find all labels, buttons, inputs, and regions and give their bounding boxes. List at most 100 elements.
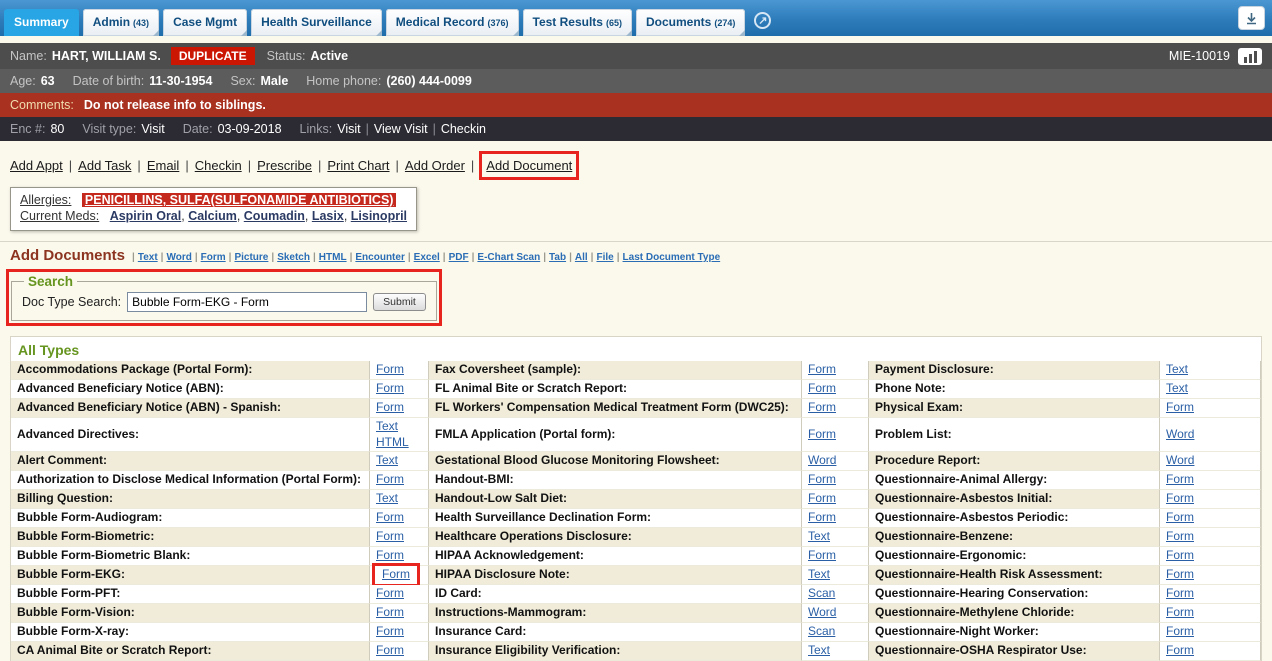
type-link-excel[interactable]: Excel — [414, 252, 440, 263]
type-link-all[interactable]: All — [575, 252, 588, 263]
doc-link-id-card-scan[interactable]: Scan — [808, 586, 835, 602]
allergy-value-link[interactable]: PENICILLINS, SULFA(SULFONAMIDE ANTIBIOTI… — [82, 193, 397, 207]
doc-link-phone-note-text[interactable]: Text — [1166, 381, 1188, 397]
med-link-calcium[interactable]: Calcium — [188, 209, 237, 223]
type-link-last-document-type[interactable]: Last Document Type — [623, 252, 721, 263]
doc-link-advanced-beneficiary-notice-abn-spanish-form[interactable]: Form — [376, 400, 404, 416]
tab-test-results[interactable]: Test Results(65) — [523, 9, 632, 36]
chart-icon[interactable] — [1238, 48, 1262, 65]
doc-link-insurance-eligibility-verification-text[interactable]: Text — [808, 643, 830, 659]
current-meds-link[interactable]: Current Meds: — [20, 209, 99, 223]
tab-case-mgmt[interactable]: Case Mgmt — [163, 9, 247, 36]
doc-link-questionnaire-asbestos-periodic-form[interactable]: Form — [1166, 510, 1194, 526]
doc-link-questionnaire-methylene-chloride-form[interactable]: Form — [1166, 605, 1194, 621]
collapse-header-button[interactable] — [1238, 6, 1265, 30]
doc-link-questionnaire-animal-allergy-form[interactable]: Form — [1166, 472, 1194, 488]
doc-link-questionnaire-osha-respirator-use-form[interactable]: Form — [1166, 643, 1194, 659]
enc-link-view-visit[interactable]: View Visit — [374, 122, 428, 136]
action-add-order[interactable]: Add Order — [405, 158, 465, 173]
doc-link-hipaa-disclosure-note-text[interactable]: Text — [808, 567, 830, 583]
type-link-sketch[interactable]: Sketch — [277, 252, 310, 263]
doc-type-label: Questionnaire-Methylene Chloride: — [869, 604, 1159, 623]
doc-link-accommodations-package-portal-form-form[interactable]: Form — [376, 362, 404, 378]
submit-button[interactable]: Submit — [373, 293, 426, 311]
search-legend: Search — [24, 274, 77, 289]
action-add-document[interactable]: Add Document — [486, 158, 572, 173]
med-link-aspirin-oral[interactable]: Aspirin Oral — [110, 209, 182, 223]
doc-link-fl-animal-bite-or-scratch-report-form[interactable]: Form — [808, 381, 836, 397]
doc-link-problem-list-word[interactable]: Word — [1166, 427, 1194, 443]
doc-type-label: Advanced Beneficiary Notice (ABN) - Span… — [11, 399, 369, 418]
encounter-bar: Enc #: 80 Visit type: Visit Date: 03-09-… — [0, 117, 1272, 141]
doc-link-ca-animal-bite-or-scratch-report-form[interactable]: Form — [376, 643, 404, 659]
doc-link-authorization-to-disclose-medical-information-portal-form-form[interactable]: Form — [376, 472, 404, 488]
doc-link-questionnaire-ergonomic-form[interactable]: Form — [1166, 548, 1194, 564]
doc-link-bubble-form-biometric-form[interactable]: Form — [376, 529, 404, 545]
doc-link-alert-comment-text[interactable]: Text — [376, 453, 398, 469]
doc-link-healthcare-operations-disclosure-text[interactable]: Text — [808, 529, 830, 545]
doc-type-link-cell: Text — [801, 642, 869, 661]
doc-link-fl-workers-compensation-medical-treatment-form-dwc25-form[interactable]: Form — [808, 400, 836, 416]
doc-type-search-input[interactable] — [127, 292, 367, 312]
doc-link-fmla-application-portal-form-form[interactable]: Form — [808, 427, 836, 443]
enc-link-visit[interactable]: Visit — [337, 122, 360, 136]
doc-link-handout-bmi-form[interactable]: Form — [808, 472, 836, 488]
doc-link-questionnaire-night-worker-form[interactable]: Form — [1166, 624, 1194, 640]
doc-link-gestational-blood-glucose-monitoring-flowsheet-word[interactable]: Word — [808, 453, 836, 469]
doc-link-fax-coversheet-sample-form[interactable]: Form — [808, 362, 836, 378]
patient-name: HART, WILLIAM S. — [52, 49, 161, 63]
doc-link-advanced-beneficiary-notice-abn-form[interactable]: Form — [376, 381, 404, 397]
tab-documents[interactable]: Documents(274) — [636, 9, 745, 36]
med-link-lasix[interactable]: Lasix — [312, 209, 344, 223]
action-add-task[interactable]: Add Task — [78, 158, 131, 173]
table-row: Bubble Form-PFT:FormID Card:ScanQuestion… — [11, 585, 1261, 604]
doc-link-questionnaire-hearing-conservation-form[interactable]: Form — [1166, 586, 1194, 602]
med-link-coumadin[interactable]: Coumadin — [244, 209, 305, 223]
type-link-form[interactable]: Form — [201, 252, 226, 263]
tab-summary[interactable]: Summary — [4, 9, 79, 36]
doc-link-handout-low-salt-diet-form[interactable]: Form — [808, 491, 836, 507]
type-link-picture[interactable]: Picture — [234, 252, 268, 263]
doc-link-hipaa-acknowledgement-form[interactable]: Form — [808, 548, 836, 564]
popout-icon[interactable]: ↗ — [754, 12, 771, 29]
doc-link-questionnaire-asbestos-initial-form[interactable]: Form — [1166, 491, 1194, 507]
doc-link-bubble-form-pft-form[interactable]: Form — [376, 586, 404, 602]
doc-link-physical-exam-form[interactable]: Form — [1166, 400, 1194, 416]
doc-link-billing-question-text[interactable]: Text — [376, 491, 398, 507]
action-print-chart[interactable]: Print Chart — [327, 158, 389, 173]
doc-type-link-cell: Form — [369, 528, 429, 547]
type-link-word[interactable]: Word — [166, 252, 191, 263]
doc-link-bubble-form-audiogram-form[interactable]: Form — [376, 510, 404, 526]
enc-link-checkin[interactable]: Checkin — [441, 122, 486, 136]
type-link-file[interactable]: File — [596, 252, 613, 263]
type-link-e-chart-scan[interactable]: E-Chart Scan — [477, 252, 540, 263]
action-email[interactable]: Email — [147, 158, 180, 173]
action-prescribe[interactable]: Prescribe — [257, 158, 312, 173]
tab-medical-record[interactable]: Medical Record(376) — [386, 9, 519, 36]
med-link-lisinopril[interactable]: Lisinopril — [351, 209, 407, 223]
doc-link-instructions-mammogram-word[interactable]: Word — [808, 605, 836, 621]
tab-admin[interactable]: Admin(43) — [83, 9, 159, 36]
doc-link-bubble-form-biometric-blank-form[interactable]: Form — [376, 548, 404, 564]
action-add-appt[interactable]: Add Appt — [10, 158, 63, 173]
doc-link-questionnaire-health-risk-assessment-form[interactable]: Form — [1166, 567, 1194, 583]
doc-link-questionnaire-benzene-form[interactable]: Form — [1166, 529, 1194, 545]
allergies-link[interactable]: Allergies: — [20, 193, 71, 207]
doc-link-health-surveillance-declination-form-form[interactable]: Form — [808, 510, 836, 526]
type-link-tab[interactable]: Tab — [549, 252, 566, 263]
doc-link-procedure-report-word[interactable]: Word — [1166, 453, 1194, 469]
action-checkin[interactable]: Checkin — [195, 158, 242, 173]
doc-link-bubble-form-vision-form[interactable]: Form — [376, 605, 404, 621]
type-link-text[interactable]: Text — [138, 252, 158, 263]
type-link-pdf[interactable]: PDF — [449, 252, 469, 263]
doc-type-link-cell: Form — [801, 361, 869, 380]
type-link-encounter[interactable]: Encounter — [355, 252, 404, 263]
type-link-html[interactable]: HTML — [319, 252, 347, 263]
doc-link-bubble-form-x-ray-form[interactable]: Form — [376, 624, 404, 640]
doc-link-insurance-card-scan[interactable]: Scan — [808, 624, 835, 640]
doc-link-advanced-directives-html[interactable]: HTML — [376, 435, 409, 451]
doc-link-advanced-directives-text[interactable]: Text — [376, 419, 398, 435]
tab-health-surveillance[interactable]: Health Surveillance — [251, 9, 382, 36]
doc-link-payment-disclosure-text[interactable]: Text — [1166, 362, 1188, 378]
doc-link-bubble-form-ekg-form[interactable]: Form — [382, 567, 410, 581]
